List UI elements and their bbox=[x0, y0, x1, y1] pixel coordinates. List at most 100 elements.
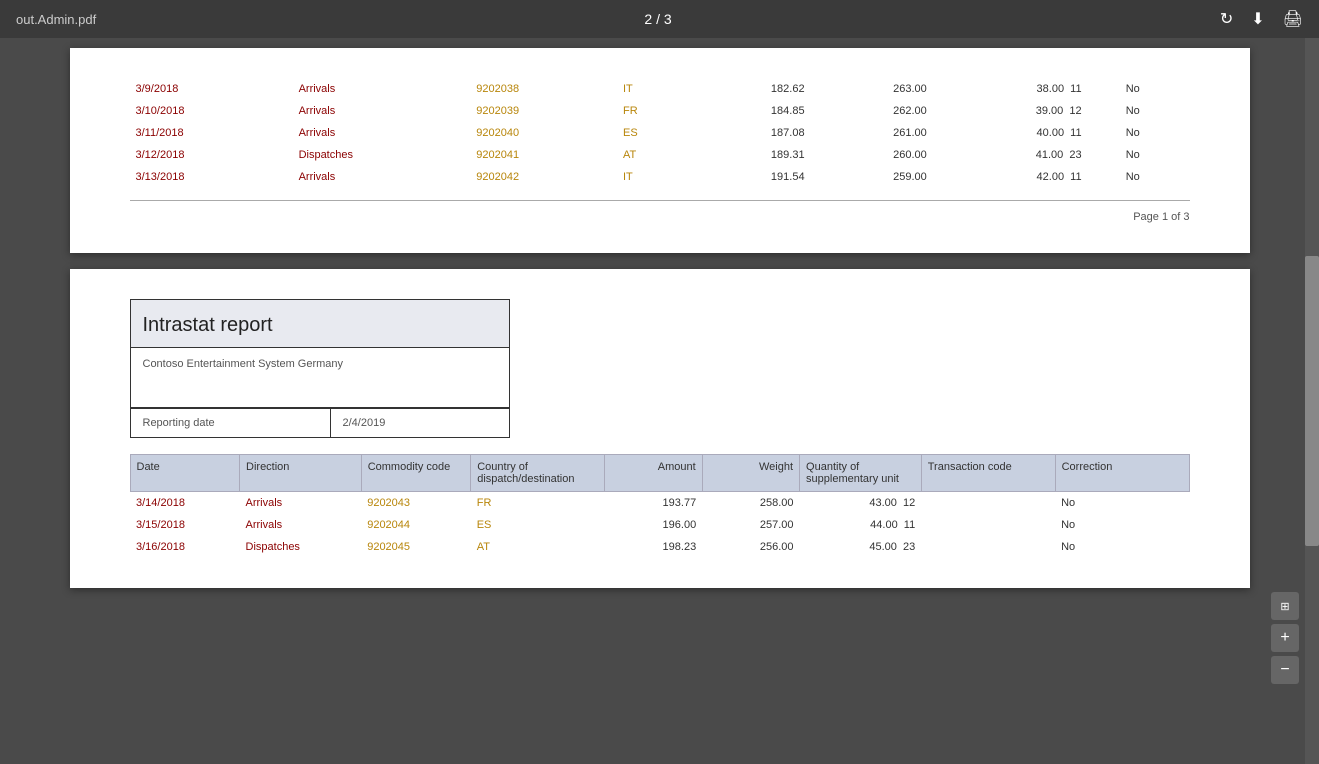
cell-code: 9202038 bbox=[470, 78, 617, 100]
toolbar-actions: ↻ ⬇ 🖨 bbox=[1220, 9, 1303, 29]
col-amount: Amount bbox=[605, 455, 702, 492]
cell-code: 9202045 bbox=[361, 536, 471, 558]
report-title: Intrastat report bbox=[131, 300, 509, 348]
cell-correction: No bbox=[1055, 514, 1189, 536]
cell-country: AT bbox=[471, 536, 605, 558]
col-trans: Transaction code bbox=[921, 455, 1055, 492]
cell-date: 3/11/2018 bbox=[130, 122, 293, 144]
cell-code: 9202044 bbox=[361, 514, 471, 536]
cell-code: 9202042 bbox=[470, 166, 617, 188]
col-correction: Correction bbox=[1055, 455, 1189, 492]
print-icon[interactable]: 🖨 bbox=[1283, 9, 1303, 29]
cell-date: 3/10/2018 bbox=[130, 100, 293, 122]
report-company: Contoso Entertainment System Germany bbox=[131, 348, 509, 408]
col-country: Country of dispatch/destination bbox=[471, 455, 605, 492]
table-row: 3/9/2018 Arrivals 9202038 IT 182.62 263.… bbox=[130, 78, 1190, 100]
cell-date: 3/15/2018 bbox=[130, 514, 240, 536]
cell-trans bbox=[921, 492, 1055, 515]
cell-weight: 258.00 bbox=[702, 492, 799, 515]
refresh-icon[interactable]: ↻ bbox=[1220, 9, 1233, 29]
page-2: Intrastat report Contoso Entertainment S… bbox=[70, 269, 1250, 588]
col-weight: Weight bbox=[702, 455, 799, 492]
reporting-date-value: 2/4/2019 bbox=[331, 409, 398, 437]
table-row: 3/10/2018 Arrivals 9202039 FR 184.85 262… bbox=[130, 100, 1190, 122]
cell-country: AT bbox=[617, 144, 688, 166]
cell-country: IT bbox=[617, 166, 688, 188]
cell-trans bbox=[1088, 144, 1120, 166]
cell-trans bbox=[1088, 166, 1120, 188]
cell-weight: 261.00 bbox=[811, 122, 933, 144]
cell-qty: 45.00 23 bbox=[800, 536, 922, 558]
cell-trans bbox=[1088, 78, 1120, 100]
cell-code: 9202040 bbox=[470, 122, 617, 144]
table-row: 3/15/2018 Arrivals 9202044 ES 196.00 257… bbox=[130, 514, 1189, 536]
cell-country: IT bbox=[617, 78, 688, 100]
pdf-viewer[interactable]: 3/9/2018 Arrivals 9202038 IT 182.62 263.… bbox=[0, 38, 1319, 764]
cell-country: FR bbox=[617, 100, 688, 122]
cell-correction: No bbox=[1120, 166, 1190, 188]
cell-country: ES bbox=[617, 122, 688, 144]
col-direction: Direction bbox=[240, 455, 362, 492]
zoom-out-button[interactable]: − bbox=[1271, 656, 1299, 684]
cell-direction: Dispatches bbox=[293, 144, 471, 166]
cell-qty: 44.00 11 bbox=[800, 514, 922, 536]
col-commodity: Commodity code bbox=[361, 455, 471, 492]
cell-amount: 196.00 bbox=[605, 514, 702, 536]
cell-country: ES bbox=[471, 514, 605, 536]
zoom-controls: ⊞ + − bbox=[1271, 592, 1299, 684]
cell-weight: 263.00 bbox=[811, 78, 933, 100]
cell-weight: 259.00 bbox=[811, 166, 933, 188]
cell-trans bbox=[921, 514, 1055, 536]
vertical-scrollbar[interactable] bbox=[1305, 38, 1319, 764]
page1-table: 3/9/2018 Arrivals 9202038 IT 182.62 263.… bbox=[130, 78, 1190, 188]
cell-code: 9202043 bbox=[361, 492, 471, 515]
cell-direction: Arrivals bbox=[293, 166, 471, 188]
cell-correction: No bbox=[1120, 100, 1190, 122]
page-footer: Page 1 of 3 bbox=[130, 211, 1190, 223]
cell-date: 3/9/2018 bbox=[130, 78, 293, 100]
cell-qty: 42.00 11 bbox=[933, 166, 1088, 188]
col-qty: Quantity of supplementary unit bbox=[800, 455, 922, 492]
scrollbar-thumb[interactable] bbox=[1305, 256, 1319, 546]
table-row: 3/13/2018 Arrivals 9202042 IT 191.54 259… bbox=[130, 166, 1190, 188]
cell-direction: Arrivals bbox=[240, 514, 362, 536]
table-row: 3/11/2018 Arrivals 9202040 ES 187.08 261… bbox=[130, 122, 1190, 144]
filename: out.Admin.pdf bbox=[16, 12, 96, 27]
cell-amount: 187.08 bbox=[688, 122, 810, 144]
cell-correction: No bbox=[1120, 78, 1190, 100]
cell-qty: 38.00 11 bbox=[933, 78, 1088, 100]
cell-trans bbox=[1088, 122, 1120, 144]
cell-direction: Arrivals bbox=[293, 122, 471, 144]
zoom-fit-button[interactable]: ⊞ bbox=[1271, 592, 1299, 620]
cell-date: 3/14/2018 bbox=[130, 492, 240, 515]
cell-code: 9202039 bbox=[470, 100, 617, 122]
table-row: 3/14/2018 Arrivals 9202043 FR 193.77 258… bbox=[130, 492, 1189, 515]
cell-correction: No bbox=[1120, 122, 1190, 144]
cell-date: 3/12/2018 bbox=[130, 144, 293, 166]
cell-amount: 191.54 bbox=[688, 166, 810, 188]
toolbar: out.Admin.pdf 2 / 3 ↻ ⬇ 🖨 bbox=[0, 0, 1319, 38]
cell-amount: 193.77 bbox=[605, 492, 702, 515]
report-date-row: Reporting date 2/4/2019 bbox=[131, 408, 509, 437]
cell-code: 9202041 bbox=[470, 144, 617, 166]
cell-direction: Arrivals bbox=[293, 78, 471, 100]
cell-correction: No bbox=[1055, 536, 1189, 558]
page2-table: Date Direction Commodity code Country of… bbox=[130, 454, 1190, 558]
page-divider bbox=[130, 200, 1190, 201]
cell-direction: Dispatches bbox=[240, 536, 362, 558]
cell-date: 3/16/2018 bbox=[130, 536, 240, 558]
cell-weight: 260.00 bbox=[811, 144, 933, 166]
page-indicator: 2 / 3 bbox=[644, 11, 671, 27]
zoom-in-button[interactable]: + bbox=[1271, 624, 1299, 652]
cell-qty: 43.00 12 bbox=[800, 492, 922, 515]
cell-trans bbox=[1088, 100, 1120, 122]
table-row: 3/12/2018 Dispatches 9202041 AT 189.31 2… bbox=[130, 144, 1190, 166]
cell-qty: 40.00 11 bbox=[933, 122, 1088, 144]
page-1: 3/9/2018 Arrivals 9202038 IT 182.62 263.… bbox=[70, 48, 1250, 253]
download-icon[interactable]: ⬇ bbox=[1251, 9, 1264, 29]
cell-qty: 39.00 12 bbox=[933, 100, 1088, 122]
cell-direction: Arrivals bbox=[240, 492, 362, 515]
cell-weight: 262.00 bbox=[811, 100, 933, 122]
cell-direction: Arrivals bbox=[293, 100, 471, 122]
cell-qty: 41.00 23 bbox=[933, 144, 1088, 166]
